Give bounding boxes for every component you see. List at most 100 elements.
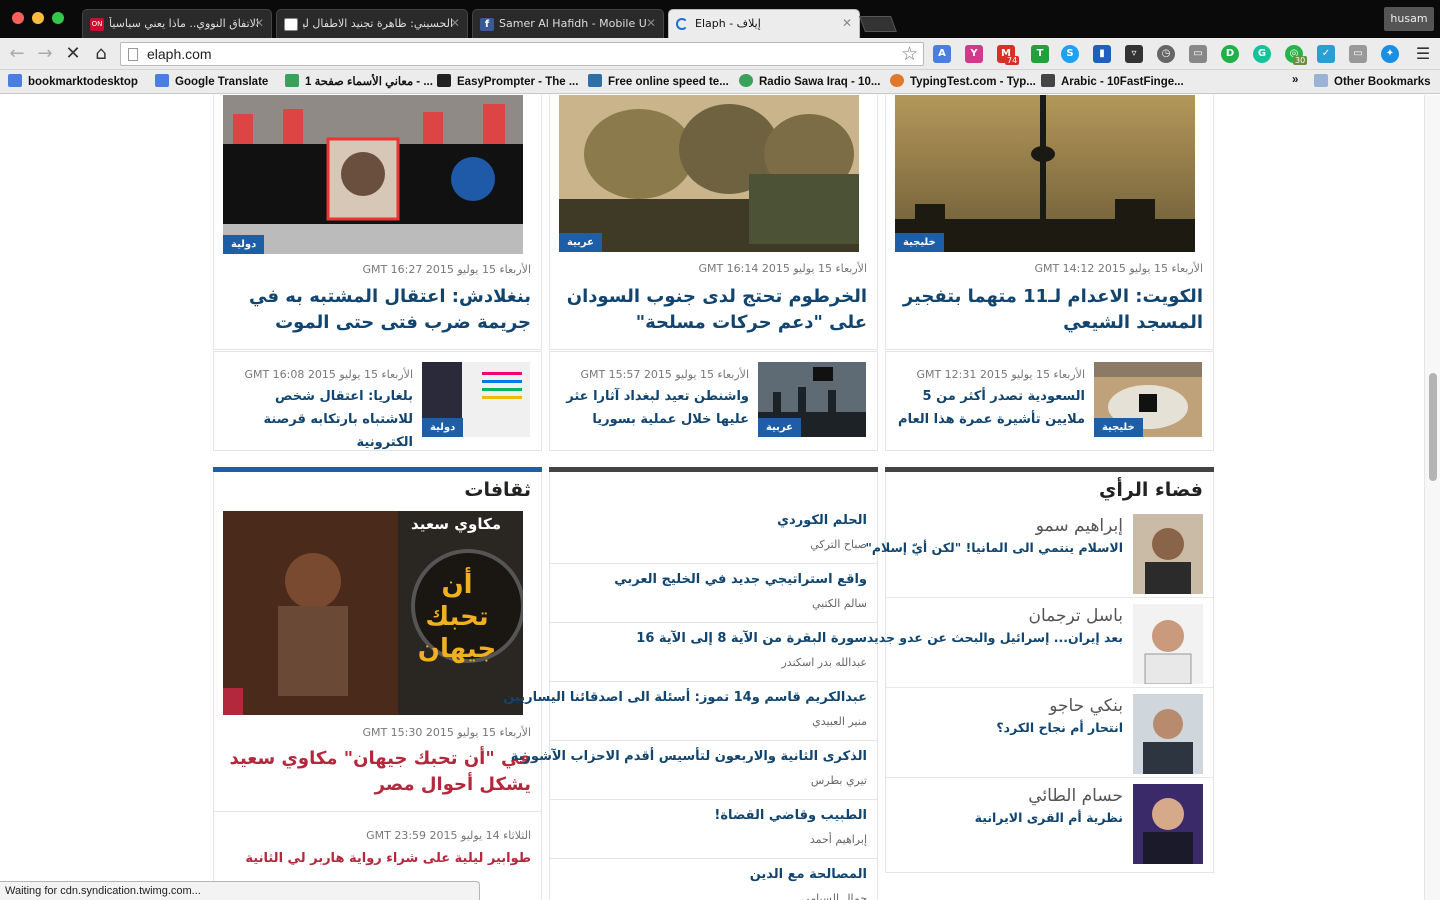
article-author[interactable]: منير العبيدي <box>812 715 867 728</box>
culture-headline[interactable]: في "أن تحبك جيهان" مكاوي سعيد يشكل أحوال… <box>221 746 531 798</box>
news-headline[interactable]: بنغلادش: اعتقال المشتبه به في جريمة ضرب … <box>221 284 531 336</box>
section-title[interactable]: فضاء الرأي <box>1099 479 1203 501</box>
tab-close-icon[interactable]: ✕ <box>254 16 264 30</box>
opinion-item[interactable]: باسل ترجمان بعد إيران... إسرائيل والبحث … <box>867 598 1213 688</box>
pocket-extension-icon[interactable]: ▿ <box>1125 45 1143 63</box>
t-extension-icon[interactable]: T <box>1031 45 1049 63</box>
article-title[interactable]: واقع استراتيجي جديد في الخليج العربي <box>614 572 867 587</box>
news-card[interactable]: عربية الأربعاء 15 يوليو 2015 GMT 16:14 ا… <box>549 95 878 350</box>
opinion-title[interactable]: انتحار أم نجاح الكرد؟ <box>996 720 1123 735</box>
yahoo-extension-icon[interactable]: Y <box>965 45 983 63</box>
category-badge[interactable]: دولية <box>223 235 265 254</box>
news-image[interactable]: دولية <box>223 95 523 254</box>
category-badge[interactable]: عربية <box>758 418 801 437</box>
other-bookmarks[interactable]: Other Bookmarks <box>1314 74 1431 88</box>
opinion-title[interactable]: بعد إيران... إسرائيل والبحث عن عدو جديد <box>867 630 1123 645</box>
category-badge[interactable]: دولية <box>422 418 464 437</box>
category-badge[interactable]: خليجية <box>895 233 944 252</box>
author-photo[interactable] <box>1133 694 1203 774</box>
news-card[interactable]: دولية الأربعاء 15 يوليو 2015 GMT 16:27 ب… <box>213 95 542 350</box>
author-photo[interactable] <box>1133 604 1203 684</box>
article-author[interactable]: عبدالله بدر اسكندر <box>782 656 868 669</box>
news-image[interactable]: دولية <box>422 362 530 437</box>
shazam-extension-icon[interactable]: S <box>1061 45 1079 63</box>
list-item[interactable]: الطبيب وقاضي القضاة! إبراهيم أحمد <box>550 800 877 859</box>
new-tab-button[interactable] <box>859 16 897 32</box>
browser-tab-active[interactable]: Elaph - إيلاف ✕ <box>668 9 860 38</box>
cast-screen-icon[interactable]: ▭ <box>1349 45 1367 63</box>
article-author[interactable]: إبراهيم أحمد <box>810 833 867 846</box>
bookmark-item[interactable]: Arabic - 10FastFinge... <box>1041 74 1184 88</box>
page-scrollbar[interactable] <box>1424 95 1440 900</box>
bookmark-item[interactable]: TypingTest.com - Typ... <box>890 74 1036 88</box>
opinion-title[interactable]: الاسلام ينتمي الى المانيا! "لكن أيّ إسلا… <box>865 540 1123 555</box>
opinion-author[interactable]: حسام الطائي <box>1028 786 1123 806</box>
back-arrow-icon[interactable]: ← <box>6 43 28 65</box>
cast-extension-icon[interactable]: ▭ <box>1189 45 1207 63</box>
news-headline[interactable]: واشنطن تعيد لبغداد آثارا عثر عليها خلال … <box>559 385 749 431</box>
article-title[interactable]: الحلم الكوردي <box>777 513 867 528</box>
url-text[interactable]: elaph.com <box>147 46 212 62</box>
browser-tab[interactable]: الحسيني: ظاهرة تجنيد الاطفال ليس ✕ <box>276 9 468 38</box>
list-item[interactable]: سورة البقرة من الآية 8 إلى الآية 16 عبدا… <box>550 623 877 682</box>
list-item[interactable]: واقع استراتيجي جديد في الخليج العربي سال… <box>550 564 877 623</box>
tab-close-icon[interactable]: ✕ <box>450 16 460 30</box>
forward-arrow-icon[interactable]: → <box>34 43 56 65</box>
opinion-item[interactable]: حسام الطائي نظرية أم القرى الايرانية <box>886 778 1213 868</box>
bookmark-item[interactable]: Radio Sawa Iraq - 10... <box>739 74 880 88</box>
list-item[interactable]: المصالحة مع الدين جمال السيامي <box>550 859 877 900</box>
article-title[interactable]: الطبيب وقاضي القضاة! <box>714 808 867 823</box>
clock-extension-icon[interactable]: ◷ <box>1157 45 1175 63</box>
list-item[interactable]: عبدالكريم قاسم و14 تموز: أسئلة الى اصدقا… <box>503 682 877 741</box>
category-badge[interactable]: خليجية <box>1094 418 1143 437</box>
bookmark-item[interactable]: Google Translate <box>155 74 268 88</box>
category-badge[interactable]: عربية <box>559 233 602 252</box>
close-window-button[interactable] <box>12 12 24 24</box>
maximize-window-button[interactable] <box>52 12 64 24</box>
culture-image[interactable]: مكاوي سعيد أن تحبك جيهان <box>223 511 523 715</box>
article-author[interactable]: سالم الكتبي <box>812 597 867 610</box>
menu-icon[interactable]: ☰ <box>1412 43 1434 65</box>
d-extension-icon[interactable]: D <box>1221 45 1239 63</box>
news-headline[interactable]: الخرطوم تحتج لدى جنوب السودان على "دعم ح… <box>557 284 867 336</box>
news-card-small[interactable]: عربية الأربعاء 15 يوليو 2015 GMT 15:57 و… <box>549 351 878 451</box>
profile-button[interactable]: husam <box>1384 7 1434 31</box>
article-author[interactable]: جمال السيامي <box>801 892 867 900</box>
tab-close-icon[interactable]: ✕ <box>646 16 656 30</box>
news-card[interactable]: خليجية الأربعاء 15 يوليو 2015 GMT 14:12 … <box>885 95 1214 350</box>
article-title[interactable]: عبدالكريم قاسم و14 تموز: أسئلة الى اصدقا… <box>503 690 867 705</box>
opinion-item[interactable]: بنكي حاجو انتحار أم نجاح الكرد؟ <box>886 688 1213 778</box>
opinion-item[interactable]: إبراهيم سمو الاسلام ينتمي الى المانيا! "… <box>865 508 1213 598</box>
news-headline[interactable]: بلغاريا: اعتقال شخص للاشتباه بارتكابه قر… <box>233 385 413 454</box>
news-card-small[interactable]: خليجية الأربعاء 15 يوليو 2015 GMT 12:31 … <box>885 351 1214 451</box>
bookmark-item[interactable]: معاني الأسماء صفحة 1 - ... <box>285 74 433 88</box>
opinion-author[interactable]: باسل ترجمان <box>1028 606 1123 626</box>
stop-loading-icon[interactable]: ✕ <box>62 43 84 65</box>
translate-extension-icon[interactable]: A <box>933 45 951 63</box>
news-card-small[interactable]: دولية الأربعاء 15 يوليو 2015 GMT 16:08 ب… <box>213 351 542 451</box>
article-author[interactable]: تيري بطرس <box>811 774 867 787</box>
news-image[interactable]: عربية <box>758 362 866 437</box>
bookmark-star-icon[interactable]: ☆ <box>901 43 918 65</box>
bookmarks-overflow-button[interactable]: » <box>1292 74 1298 86</box>
article-title[interactable]: المصالحة مع الدين <box>750 867 867 882</box>
minimize-window-button[interactable] <box>32 12 44 24</box>
author-photo[interactable] <box>1133 514 1203 594</box>
culture-headline[interactable]: طوابير ليلية على شراء رواية هاربر لي الث… <box>221 847 531 870</box>
bookmark-item[interactable]: bookmarktodesktop <box>8 74 138 88</box>
article-title[interactable]: الذكرى الثانية والاربعون لتأسيس أقدم الا… <box>511 749 867 764</box>
opinion-author[interactable]: إبراهيم سمو <box>1036 516 1123 536</box>
news-headline[interactable]: الكويت: الاعدام لـ11 متهما بتفجير المسجد… <box>893 284 1203 336</box>
opinion-author[interactable]: بنكي حاجو <box>1049 696 1123 716</box>
author-photo[interactable] <box>1133 784 1203 864</box>
home-icon[interactable]: ⌂ <box>90 43 112 65</box>
section-title[interactable]: ثقافات <box>464 479 531 501</box>
list-item[interactable]: الذكرى الثانية والاربعون لتأسيس أقدم الا… <box>511 741 877 800</box>
browser-tab[interactable]: ON الاتفاق النووي.. ماذا يعني سياسياً ✕ <box>82 9 272 38</box>
bookmark-item[interactable]: EasyPrompter - The ... <box>437 74 578 88</box>
article-author[interactable]: صباح التركي <box>810 538 867 551</box>
scrollbar-thumb[interactable] <box>1429 373 1437 481</box>
address-bar[interactable]: elaph.com ☆ <box>120 42 924 66</box>
news-headline[interactable]: السعودية تصدر أكثر من 5 ملايين تأشيرة عم… <box>895 385 1085 431</box>
news-image[interactable]: عربية <box>559 95 859 252</box>
